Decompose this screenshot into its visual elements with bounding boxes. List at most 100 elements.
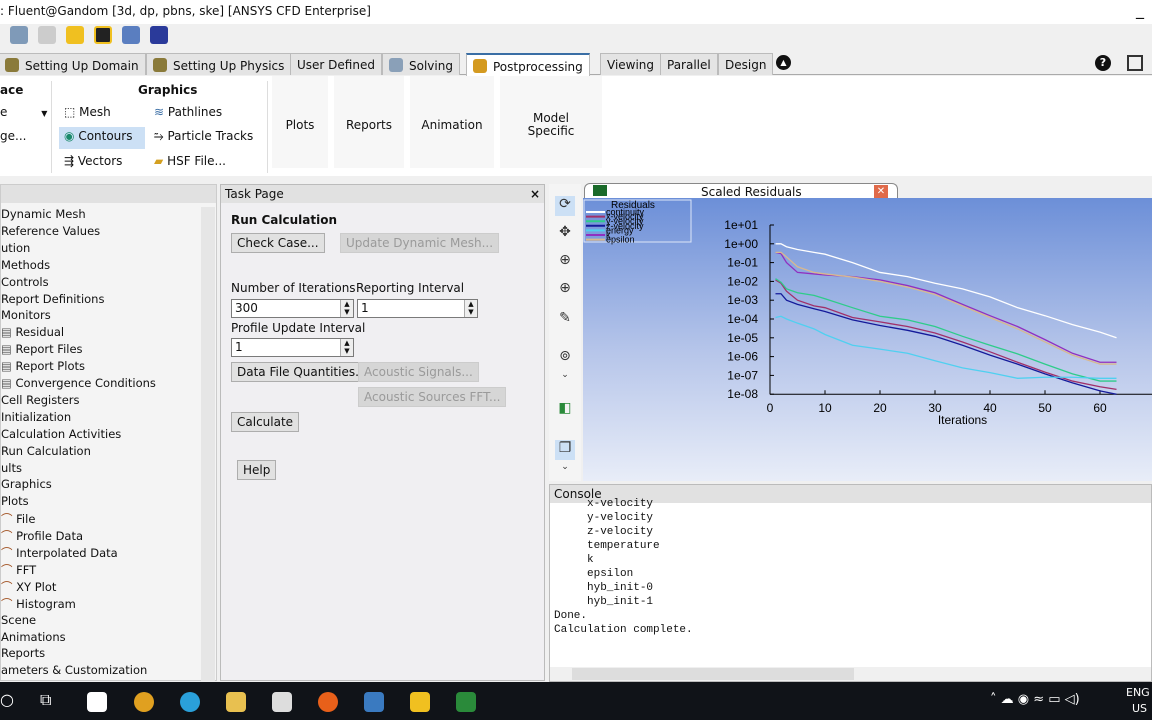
tree-item[interactable]: ⌒ File [1,511,35,527]
residuals-plot[interactable]: 1e+01 1e+00 1e-01 1e-02 1e-03 1e-04 1e-05 1e-06… [583,198,1152,481]
help-icon[interactable]: ? [1095,55,1111,71]
spinner-icon[interactable]: ▲ ▼ [464,300,477,317]
tree-item[interactable]: Cell Registers [1,393,80,407]
region-indicator[interactable]: US [1132,702,1147,715]
collapse-ribbon-icon[interactable]: ▲ [776,55,791,70]
store-icon[interactable] [87,692,107,712]
tree-item[interactable]: ▤ Report Files [1,342,83,356]
tree-item[interactable]: Reference Values [1,224,100,238]
tree-item[interactable]: Run Calculation [1,444,91,458]
reports-button[interactable]: Reports [334,76,404,168]
explorer-icon[interactable] [226,692,246,712]
view-icon[interactable]: ◧ [555,400,575,420]
chrome-icon[interactable] [134,692,154,712]
mc-icon[interactable] [150,26,168,44]
fluent-icon[interactable] [456,692,476,712]
acoustic-signals-button[interactable]: Acoustic Signals... [358,362,479,382]
pan-icon[interactable]: ✥ [555,224,575,244]
probe-icon[interactable]: ✎ [555,310,575,330]
tree-item[interactable]: ▤ Report Plots [1,359,85,373]
close-icon[interactable]: × [530,187,540,201]
spinner-icon[interactable]: ▲ ▼ [340,300,353,317]
hsf-file-button[interactable]: ▰ HSF File... [154,154,226,168]
task-view-icon[interactable]: ⧉ [40,690,51,710]
graphics-tab[interactable]: Scaled Residuals ✕ [584,183,898,199]
close-icon[interactable]: ✕ [874,185,888,198]
model-specific-button[interactable]: Model Specific [500,76,602,168]
fit-icon[interactable]: ⊚ [555,348,575,368]
tree-item[interactable]: ⌒ Histogram [1,596,76,612]
surface-item[interactable]: ge... [0,129,26,143]
tree-item[interactable]: Scene [1,613,36,627]
tree-item[interactable]: Methods [1,258,50,272]
tree-item[interactable]: ▤ Residual [1,325,64,339]
acoustic-sources-fft-button[interactable]: Acoustic Sources FFT... [358,387,507,407]
tree-item[interactable]: Plots [1,494,29,508]
lightning-icon[interactable] [66,26,84,44]
ansys-workbench-icon[interactable] [410,692,430,712]
help-button[interactable]: Help [237,460,277,480]
console-output[interactable]: x-velocity y-velocity z-velocity tempera… [550,497,1151,657]
tree-item[interactable]: ⌒ Interpolated Data [1,545,118,561]
tray-icons[interactable]: ˄ ☁ ◉ ≈ ▭ ◁) [990,692,1080,707]
language-indicator[interactable]: ENG [1126,686,1150,699]
tree-item[interactable]: ameters & Customization [1,663,147,677]
pathlines-button[interactable]: ≋ Pathlines [154,105,222,119]
update-dynamic-mesh-button[interactable]: Update Dynamic Mesh... [340,233,500,253]
telegram-icon[interactable] [180,692,200,712]
ansys-icon[interactable] [94,26,112,44]
mesh-button[interactable]: ⬚ Mesh [64,105,111,119]
tree-item[interactable]: Reports [1,646,45,660]
surface-item[interactable]: e ▼ [0,105,47,119]
tree-item[interactable]: Animations [1,630,66,644]
tab-parallel[interactable]: Parallel [660,53,718,75]
tree-item[interactable]: Controls [1,275,49,289]
tree-item[interactable]: ⌒ XY Plot [1,579,56,595]
zoom-icon[interactable]: ⊕ [555,252,575,272]
tab-postprocessing[interactable]: Postprocessing [466,53,590,76]
parallel-icon[interactable] [122,26,140,44]
tab-setting-up-domain[interactable]: Setting Up Domain [0,53,146,75]
tree-scrollbar[interactable] [201,207,215,681]
animation-button[interactable]: Animation [410,76,494,168]
tree-item[interactable]: Monitors [1,308,51,322]
check-case-button[interactable]: Check Case... [231,233,325,253]
refresh-icon[interactable] [38,26,56,44]
tab-setting-up-physics[interactable]: Setting Up Physics [146,53,292,75]
contours-button[interactable]: ◉ Contours [59,127,145,149]
tab-solving[interactable]: Solving [382,53,460,75]
scroll-thumb[interactable] [572,668,854,680]
search-icon[interactable]: ○ [0,690,14,709]
plots-button[interactable]: Plots [272,76,328,168]
calculate-button[interactable]: Calculate [231,412,300,432]
tree-item[interactable]: ⌒ FFT [1,562,36,578]
tree-item[interactable]: Report Definitions [1,292,104,306]
tab-user-defined[interactable]: User Defined [290,53,382,75]
spinner-icon[interactable]: ▲ ▼ [340,339,353,356]
vectors-button[interactable]: ⇶ Vectors [64,154,122,168]
case-icon[interactable] [10,26,28,44]
chevron-down-icon[interactable]: ⌄ [555,370,575,390]
console-hscrollbar[interactable] [550,667,1151,681]
mail-icon[interactable] [272,692,292,712]
minimize-button[interactable]: _ [1092,0,1152,24]
reporting-interval-input[interactable]: 1 ▲ ▼ [357,299,478,318]
layout-icon[interactable] [1127,55,1143,71]
tree-item[interactable]: ▤ Convergence Conditions [1,376,156,390]
tree-item[interactable]: ⌒ Profile Data [1,528,83,544]
zoom-in-icon[interactable]: ⊕ [555,280,575,300]
tree-item[interactable]: Graphics [1,477,52,491]
tab-design[interactable]: Design [718,53,774,75]
window-icon[interactable]: ❐ [555,440,575,460]
data-file-quantities-button[interactable]: Data File Quantities... [231,362,373,382]
tree-item[interactable]: Initialization [1,410,71,424]
rotate-icon[interactable]: ⟳ [555,196,575,216]
tree-item[interactable]: Dynamic Mesh [1,207,86,221]
iterations-input[interactable]: 300 ▲ ▼ [231,299,354,318]
profile-update-input[interactable]: 1 ▲ ▼ [231,338,354,357]
document-icon[interactable] [364,692,384,712]
firefox-icon[interactable] [318,692,338,712]
tab-viewing[interactable]: Viewing [600,53,662,75]
particle-tracks-button[interactable]: ⥲ Particle Tracks [154,129,253,144]
chevron-down-icon[interactable]: ⌄ [555,462,575,482]
